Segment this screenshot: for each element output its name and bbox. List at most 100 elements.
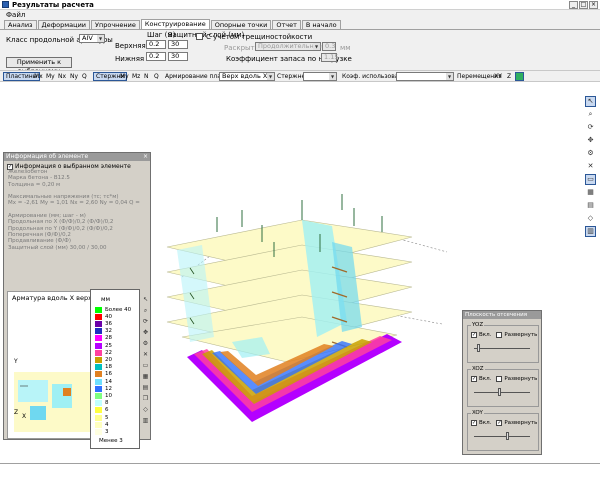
frame-icon[interactable]: ▭ xyxy=(585,174,596,185)
upper-cover-input[interactable]: 30 xyxy=(168,40,188,49)
legend-swatch xyxy=(95,349,102,356)
legend-item: 8 xyxy=(95,400,109,407)
legend-swatch xyxy=(95,407,102,414)
view-toolbar: ↖ ⌕ ⟳ ✥ ⚙ ✕ ▭ ▦ ▤ ◇ ▥ xyxy=(584,96,598,256)
info-panel-title: Информация об элементе × xyxy=(4,153,150,161)
plane-unfold-checkbox[interactable]: ✓ xyxy=(496,420,503,426)
title-bar: Результаты расчета _ □ × xyxy=(0,0,600,10)
plate-nx-button[interactable]: Nx xyxy=(58,73,66,80)
opening-select[interactable]: Продолжительное xyxy=(255,42,322,51)
frame-icon[interactable]: ▭ xyxy=(141,361,150,370)
fit-icon[interactable]: ✕ xyxy=(585,161,596,172)
plane-slider-thumb[interactable] xyxy=(498,388,502,396)
close-icon[interactable]: × xyxy=(143,153,148,161)
plane-slider-thumb[interactable] xyxy=(506,432,510,440)
select-icon[interactable]: ↖ xyxy=(585,96,596,107)
plane-slider-track[interactable] xyxy=(474,436,530,437)
opening-input[interactable]: 0.3 xyxy=(322,42,336,51)
plane-unfold-label: Развернуть xyxy=(504,332,538,338)
axis-z-label: Z xyxy=(14,409,19,416)
legend-label: 6 xyxy=(105,407,109,414)
panel-toolbar: ↖ ⌕ ⟳ ✥ ⚙ ✕ ▭ ▦ ▤ ❐ ◇ ▥ xyxy=(141,295,151,427)
zoom-icon[interactable]: ⌕ xyxy=(585,109,596,120)
legend-label: 16 xyxy=(105,371,112,378)
chart-icon[interactable]: ▥ xyxy=(141,416,150,425)
maximize-button[interactable]: □ xyxy=(579,1,588,9)
legend-item: 3 xyxy=(95,428,109,435)
coef-select[interactable] xyxy=(396,72,454,81)
pan-icon[interactable]: ✥ xyxy=(141,328,150,337)
move-xy-button[interactable]: XY xyxy=(494,73,502,80)
tab-deformations[interactable]: Деформации xyxy=(37,20,91,29)
plane-group-title: XOZ xyxy=(471,366,485,372)
legend-label: 4 xyxy=(105,421,109,428)
plane-on-checkbox[interactable]: ✓ xyxy=(471,332,477,338)
tab-strengthening[interactable]: Упрочнение xyxy=(91,20,140,29)
legend-item: 36 xyxy=(95,320,112,327)
close-button[interactable]: × xyxy=(589,1,598,9)
plate-q-button[interactable]: Q xyxy=(82,73,87,80)
lower-step-input[interactable]: 0.2 xyxy=(146,52,166,61)
save-icon[interactable]: ▤ xyxy=(141,383,150,392)
reserve-input[interactable]: 1.15 xyxy=(321,53,338,62)
plate-mx-button[interactable]: Mx xyxy=(34,73,43,80)
legend-swatch xyxy=(95,306,102,313)
copy-icon[interactable]: ❐ xyxy=(141,394,150,403)
menu-file[interactable]: Файл xyxy=(6,11,25,19)
move-color-button[interactable] xyxy=(515,72,524,81)
lower-cover-input[interactable]: 30 xyxy=(168,52,188,61)
select-icon[interactable]: ↖ xyxy=(141,295,150,304)
legend-item: 5 xyxy=(95,414,109,421)
rods-select[interactable] xyxy=(303,72,337,81)
crack-checkbox[interactable] xyxy=(196,33,203,40)
move-z-button[interactable]: Z xyxy=(507,73,511,80)
plane-on-checkbox[interactable]: ✓ xyxy=(471,376,477,382)
rotate-icon[interactable]: ⟳ xyxy=(585,122,596,133)
plane-on-label: Вкл. xyxy=(479,420,492,426)
view-preset-icon[interactable]: ⚙ xyxy=(585,148,596,159)
plane-on-checkbox[interactable]: ✓ xyxy=(471,420,477,426)
rotate-icon[interactable]: ⟳ xyxy=(141,317,150,326)
minimize-button[interactable]: _ xyxy=(569,1,578,9)
apply-button[interactable]: Применить к выбранному xyxy=(6,57,72,75)
tab-support-points[interactable]: Опорные точки xyxy=(210,20,272,29)
chart-icon[interactable]: ▥ xyxy=(585,226,596,237)
tab-design[interactable]: Конструирование xyxy=(140,19,210,29)
plane-slider-track[interactable] xyxy=(474,348,530,349)
plate-my-button[interactable]: My xyxy=(46,73,55,80)
plane-slider-track[interactable] xyxy=(474,392,530,393)
legend-swatch xyxy=(95,400,102,407)
zoom-icon[interactable]: ⌕ xyxy=(141,306,150,315)
legend-swatch xyxy=(95,421,102,428)
armir-select[interactable]: Верх вдоль X xyxy=(219,72,275,81)
tab-start[interactable]: В начало xyxy=(301,20,341,29)
eraser-icon[interactable]: ◇ xyxy=(141,405,150,414)
rebar-class-select[interactable]: AIV xyxy=(79,34,105,43)
layers-icon[interactable]: ▦ xyxy=(141,372,150,381)
plane-group-title: YOZ xyxy=(471,322,485,328)
plane-slider-thumb[interactable] xyxy=(476,344,480,352)
rod-my-button[interactable]: My xyxy=(120,73,129,80)
plate-ny-button[interactable]: Ny xyxy=(70,73,78,80)
save-icon[interactable]: ▤ xyxy=(585,200,596,211)
legend-item: 4 xyxy=(95,421,109,428)
tab-analysis[interactable]: Анализ xyxy=(4,20,37,29)
legend-label: 20 xyxy=(105,356,112,363)
view-preset-icon[interactable]: ⚙ xyxy=(141,339,150,348)
legend-item: 16 xyxy=(95,371,112,378)
pan-icon[interactable]: ✥ xyxy=(585,135,596,146)
legend-label: 14 xyxy=(105,378,112,385)
legend-item: 22 xyxy=(95,349,112,356)
rod-n-button[interactable]: N xyxy=(144,73,149,80)
fit-icon[interactable]: ✕ xyxy=(141,350,150,359)
plane-unfold-checkbox[interactable] xyxy=(496,332,503,338)
plane-unfold-checkbox[interactable] xyxy=(496,376,503,382)
rod-mz-button[interactable]: Mz xyxy=(132,73,140,80)
eraser-icon[interactable]: ◇ xyxy=(585,213,596,224)
rod-q-button[interactable]: Q xyxy=(154,73,159,80)
tab-strip: Анализ Деформации Упрочнение Конструиров… xyxy=(0,19,600,30)
legend-swatch xyxy=(95,371,102,378)
upper-step-input[interactable]: 0.2 xyxy=(146,40,166,49)
layers-icon[interactable]: ▦ xyxy=(585,187,596,198)
tab-report[interactable]: Отчет xyxy=(272,20,301,29)
